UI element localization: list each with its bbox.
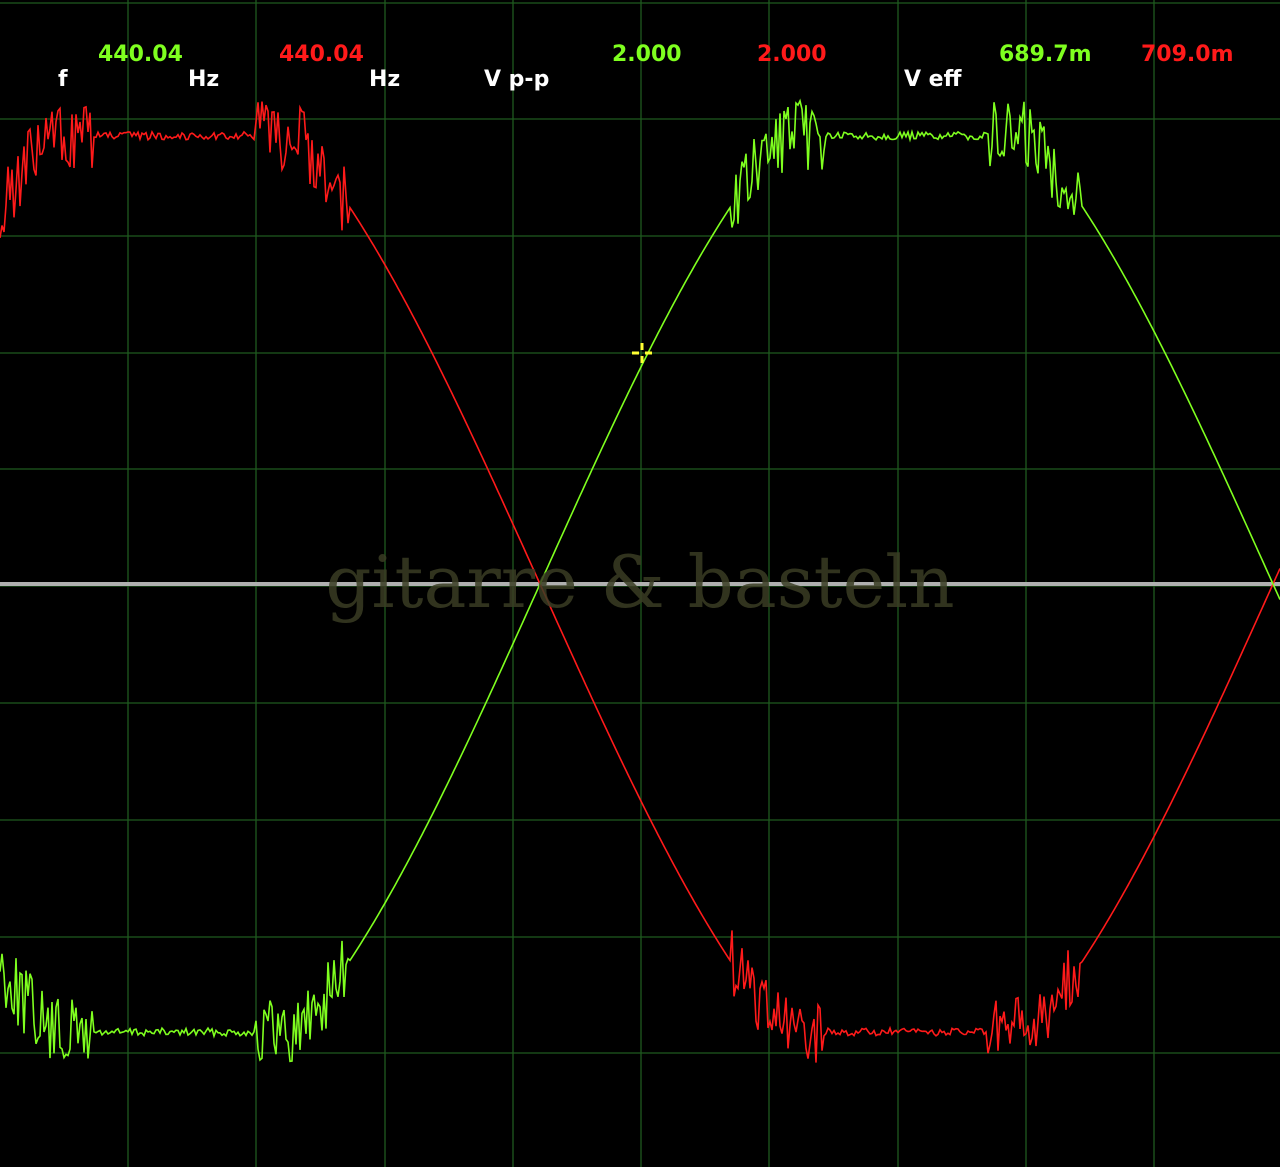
oscilloscope-display[interactable]: gitarre & basteln 440.04 440.04 2.000 2.…	[0, 0, 1280, 1167]
frequency-label: f	[58, 67, 68, 92]
ch2-veff-value: 709.0m	[1141, 42, 1234, 67]
veff-label: V eff	[904, 67, 962, 92]
channel-1-trace	[0, 98, 1280, 1063]
ch2-frequency-unit: Hz	[369, 67, 401, 92]
ch1-frequency-value: 440.04	[98, 42, 183, 67]
ch1-vpp-value: 2.000	[612, 42, 682, 67]
ch1-frequency-unit: Hz	[188, 67, 220, 92]
ch1-veff-value: 689.7m	[999, 42, 1092, 67]
ch2-frequency-value: 440.04	[279, 42, 364, 67]
vpp-label: V p-p	[484, 67, 550, 92]
crosshair-cursor-icon[interactable]	[632, 343, 652, 363]
scope-traces	[0, 98, 1280, 1063]
ch2-vpp-value: 2.000	[757, 42, 827, 67]
